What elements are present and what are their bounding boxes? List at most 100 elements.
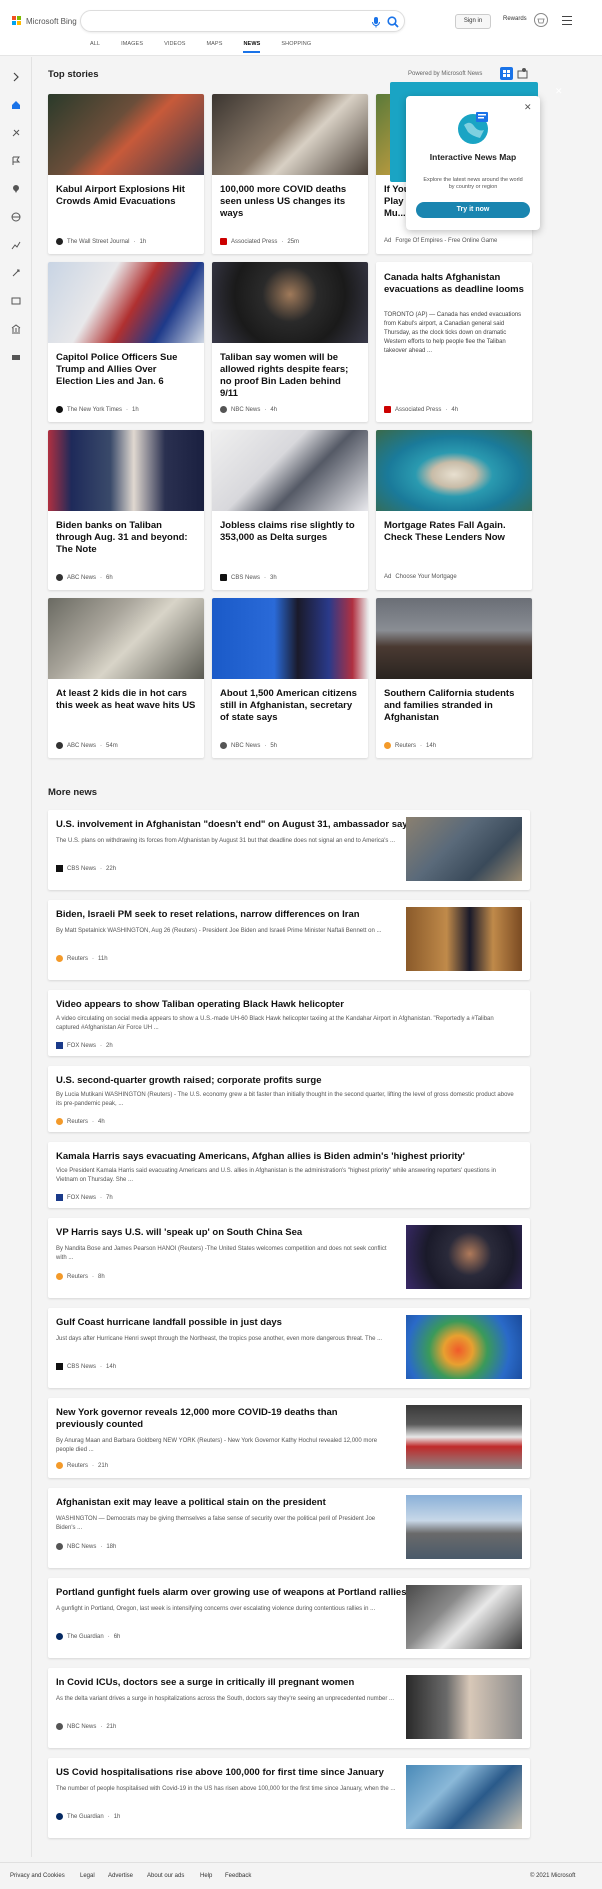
news-item[interactable]: US Covid hospitalisations rise above 100… — [48, 1758, 530, 1838]
news-title[interactable]: U.S. involvement in Afghanistan "doesn't… — [56, 819, 413, 831]
story-title[interactable]: At least 2 kids die in hot cars this wee… — [56, 688, 196, 712]
story-card[interactable]: Taliban say women will be allowed rights… — [212, 262, 368, 422]
story-title[interactable]: Kabul Airport Explosions Hit Crowds Amid… — [56, 184, 196, 208]
story-title[interactable]: Capitol Police Officers Sue Trump and Al… — [56, 352, 196, 388]
story-card[interactable]: Capitol Police Officers Sue Trump and Al… — [48, 262, 204, 422]
news-summary: A gunfight in Portland, Oregon, last wee… — [56, 1606, 376, 1612]
popup-title: Interactive News Map — [429, 152, 517, 162]
news-image — [406, 817, 522, 881]
story-card[interactable]: Southern California students and familie… — [376, 598, 532, 758]
globe-icon[interactable] — [11, 209, 21, 222]
footer-link-help[interactable]: Help — [200, 1873, 212, 1879]
footer-link-legal[interactable]: Legal — [80, 1873, 95, 1879]
try-it-now-button[interactable]: Try it now — [416, 202, 530, 218]
story-card-text[interactable]: Canada halts Afghanistan evacuations as … — [376, 262, 532, 422]
news-summary: By Lucia Mutikani WASHINGTON (Reuters) -… — [56, 1092, 514, 1107]
story-image — [212, 262, 368, 343]
story-image — [48, 94, 204, 175]
entertainment-icon[interactable] — [11, 293, 21, 305]
cbs-logo-icon — [220, 574, 227, 581]
politics-icon[interactable] — [11, 321, 21, 334]
news-image — [406, 907, 522, 971]
search-input[interactable] — [91, 15, 341, 29]
news-item[interactable]: VP Harris says U.S. will 'speak up' on S… — [48, 1218, 530, 1298]
story-title[interactable]: Southern California students and familie… — [384, 688, 524, 724]
menu-icon[interactable] — [562, 16, 572, 25]
rewards-link[interactable]: Rewards — [503, 16, 527, 22]
sports-icon[interactable] — [11, 125, 21, 137]
story-image — [376, 598, 532, 679]
story-card[interactable]: Kabul Airport Explosions Hit Crowds Amid… — [48, 94, 204, 254]
news-item[interactable]: Portland gunfight fuels alarm over growi… — [48, 1578, 530, 1658]
search-icon[interactable] — [386, 15, 400, 29]
footer-link-feedback[interactable]: Feedback — [225, 1873, 251, 1879]
home-icon[interactable] — [11, 97, 21, 109]
story-title[interactable]: About 1,500 American citizens still in A… — [220, 688, 360, 724]
news-title[interactable]: Portland gunfight fuels alarm over growi… — [56, 1587, 407, 1599]
tab-videos[interactable]: VIDEOS — [164, 41, 185, 53]
money-icon[interactable] — [11, 349, 21, 360]
story-title[interactable]: 100,000 more COVID deaths seen unless US… — [220, 184, 360, 220]
news-title[interactable]: Gulf Coast hurricane landfall possible i… — [56, 1317, 282, 1329]
story-title[interactable]: Jobless claims rise slightly to 353,000 … — [220, 520, 360, 544]
news-title[interactable]: VP Harris says U.S. will 'speak up' on S… — [56, 1227, 302, 1239]
rewards-icon[interactable] — [534, 13, 548, 27]
bing-logo[interactable]: Microsoft Bing — [12, 16, 77, 26]
tab-shopping[interactable]: SHOPPING — [281, 41, 311, 53]
story-image — [212, 94, 368, 175]
news-item[interactable]: U.S. second-quarter growth raised; corpo… — [48, 1066, 530, 1132]
location-icon[interactable] — [11, 181, 21, 193]
story-title[interactable]: Biden banks on Taliban through Aug. 31 a… — [56, 520, 196, 556]
sign-in-button[interactable]: Sign in — [455, 14, 491, 29]
popup-close-icon[interactable]: ✕ — [524, 102, 532, 113]
ad-card[interactable]: Mortgage Rates Fall Again. Check These L… — [376, 430, 532, 590]
news-title[interactable]: Afghanistan exit may leave a political s… — [56, 1497, 326, 1509]
tab-all[interactable]: ALL — [90, 41, 100, 53]
fox-logo-icon — [56, 1042, 63, 1049]
tab-news[interactable]: NEWS — [243, 41, 261, 53]
story-card[interactable]: 100,000 more COVID deaths seen unless US… — [212, 94, 368, 254]
story-card[interactable]: Jobless claims rise slightly to 353,000 … — [212, 430, 368, 590]
story-card[interactable]: At least 2 kids die in hot cars this wee… — [48, 598, 204, 758]
news-title[interactable]: US Covid hospitalisations rise above 100… — [56, 1767, 384, 1779]
news-item[interactable]: Video appears to show Taliban operating … — [48, 990, 530, 1056]
tiles-view-icon[interactable] — [500, 67, 513, 80]
news-title[interactable]: Biden, Israeli PM seek to reset relation… — [56, 909, 360, 921]
science-icon[interactable] — [11, 265, 21, 277]
story-title[interactable]: Taliban say women will be allowed rights… — [220, 352, 360, 400]
news-title[interactable]: Kamala Harris says evacuating Americans,… — [56, 1151, 465, 1163]
ad-title[interactable]: Mortgage Rates Fall Again. Check These L… — [384, 520, 524, 544]
footer: Privacy and Cookies Legal Advertise Abou… — [0, 1862, 602, 1889]
news-item[interactable]: New York governor reveals 12,000 more CO… — [48, 1398, 530, 1478]
microphone-icon[interactable] — [369, 15, 383, 29]
news-item[interactable]: Gulf Coast hurricane landfall possible i… — [48, 1308, 530, 1388]
story-card[interactable]: About 1,500 American citizens still in A… — [212, 598, 368, 758]
business-icon[interactable] — [11, 237, 21, 250]
footer-link-about-ads[interactable]: About our ads — [147, 1873, 184, 1879]
news-summary: WASHINGTON — Democrats may be giving the… — [56, 1516, 376, 1531]
news-item[interactable]: Afghanistan exit may leave a political s… — [48, 1488, 530, 1568]
news-item[interactable]: Kamala Harris says evacuating Americans,… — [48, 1142, 530, 1208]
story-image — [212, 430, 368, 511]
news-title[interactable]: New York governor reveals 12,000 more CO… — [56, 1407, 386, 1431]
news-map-icon[interactable] — [516, 67, 529, 80]
tab-maps[interactable]: MAPS — [206, 41, 222, 53]
footer-link-advertise[interactable]: Advertise — [108, 1873, 133, 1879]
story-title[interactable]: Canada halts Afghanistan evacuations as … — [384, 272, 524, 296]
story-card[interactable]: Biden banks on Taliban through Aug. 31 a… — [48, 430, 204, 590]
expand-chevron-icon[interactable] — [11, 69, 21, 82]
nbc-logo-icon — [220, 742, 227, 749]
flag-icon[interactable] — [11, 153, 21, 165]
news-item[interactable]: U.S. involvement in Afghanistan "doesn't… — [48, 810, 530, 890]
news-item[interactable]: Biden, Israeli PM seek to reset relation… — [48, 900, 530, 980]
reuters-logo-icon — [56, 1118, 63, 1125]
footer-link-privacy[interactable]: Privacy and Cookies — [10, 1873, 65, 1879]
tab-images[interactable]: IMAGES — [121, 41, 143, 53]
news-title[interactable]: Video appears to show Taliban operating … — [56, 999, 344, 1011]
banner-close-icon[interactable]: ✕ — [555, 86, 563, 97]
news-title[interactable]: U.S. second-quarter growth raised; corpo… — [56, 1075, 322, 1087]
search-box[interactable] — [80, 10, 405, 32]
news-title[interactable]: In Covid ICUs, doctors see a surge in cr… — [56, 1677, 354, 1689]
news-summary: The U.S. plans on withdrawing its forces… — [56, 838, 396, 844]
news-item[interactable]: In Covid ICUs, doctors see a surge in cr… — [48, 1668, 530, 1748]
